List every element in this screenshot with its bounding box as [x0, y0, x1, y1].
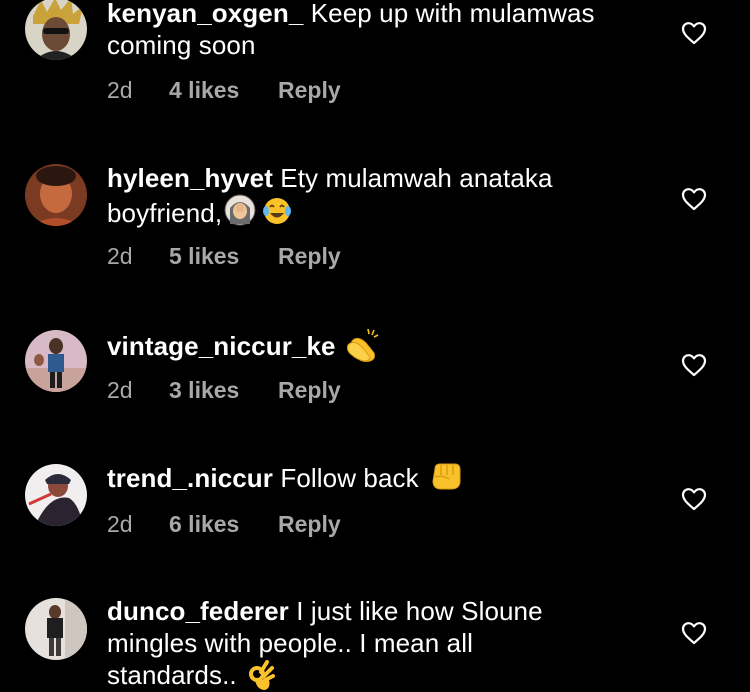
tears-of-joy-icon: [263, 198, 292, 224]
comment-username[interactable]: vintage_niccur_ke: [107, 331, 336, 361]
comment-body: dunco_federer I just like how Sloune min…: [107, 595, 607, 692]
comment-username[interactable]: dunco_federer: [107, 596, 289, 626]
heart-icon[interactable]: [681, 353, 707, 377]
comment-body: hyleen_hyvet Ety mulamwah anataka boyfri…: [107, 162, 667, 229]
avatar[interactable]: [25, 330, 87, 392]
reply-button[interactable]: Reply: [278, 377, 341, 404]
comment-username[interactable]: trend_.niccur: [107, 463, 273, 493]
comment-username[interactable]: kenyan_oxgen_: [107, 0, 303, 28]
comment-likes[interactable]: 4 likes: [169, 77, 278, 104]
ok-hand-icon: [248, 660, 275, 690]
reply-button[interactable]: Reply: [278, 77, 341, 104]
comment-likes[interactable]: 6 likes: [169, 511, 278, 538]
avatar[interactable]: [25, 464, 87, 526]
comment-meta: 2d 6 likes Reply: [107, 511, 341, 538]
avatar[interactable]: [25, 0, 87, 60]
comment-body: vintage_niccur_ke: [107, 327, 667, 363]
comment-time: 2d: [107, 511, 133, 537]
woman-facepalming-icon: [224, 194, 256, 226]
comment-body: kenyan_oxgen_ Keep up with mulamwas comi…: [107, 0, 667, 61]
reply-button[interactable]: Reply: [278, 243, 341, 270]
comment-meta: 2d 3 likes Reply: [107, 377, 341, 404]
avatar[interactable]: [25, 598, 87, 660]
comment-time: 2d: [107, 77, 133, 103]
comment-likes[interactable]: 3 likes: [169, 377, 278, 404]
heart-icon[interactable]: [681, 621, 707, 645]
comment-text: Follow back: [280, 463, 419, 493]
comment-time: 2d: [107, 243, 133, 269]
comment-meta: 2d 5 likes Reply: [107, 243, 341, 270]
fist-bump-icon: [432, 463, 461, 490]
heart-icon[interactable]: [681, 21, 707, 45]
comment-likes[interactable]: 5 likes: [169, 243, 278, 270]
comment-time: 2d: [107, 377, 133, 403]
reply-button[interactable]: Reply: [278, 511, 341, 538]
clapping-hands-icon: [346, 328, 378, 362]
comment-body: trend_.niccur Follow back: [107, 461, 667, 494]
comment-meta: 2d 4 likes Reply: [107, 77, 341, 104]
heart-icon[interactable]: [681, 487, 707, 511]
comment-username[interactable]: hyleen_hyvet: [107, 163, 273, 193]
heart-icon[interactable]: [681, 187, 707, 211]
avatar[interactable]: [25, 164, 87, 226]
